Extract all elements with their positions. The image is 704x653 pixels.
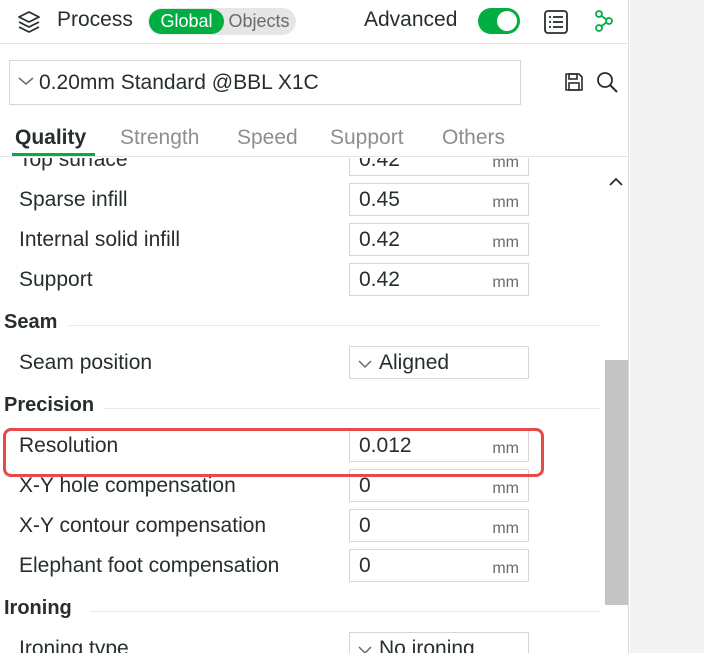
settings-tabs: Quality Strength Speed Support Others [0,120,629,157]
layers-icon [18,11,40,33]
setting-label: Ironing type [19,637,129,653]
field-unit: mm [492,480,519,497]
setting-label: X-Y hole compensation [19,474,236,497]
select-value: Aligned [379,351,450,374]
objects-segment[interactable]: Objects [224,9,294,34]
field-unit: mm [492,274,519,291]
setting-label: X-Y contour compensation [19,514,267,537]
background-area [630,0,704,653]
process-panel: Process Global Objects Advanced 0.20mm S… [0,0,629,653]
setting-label: Elephant foot compensation [19,554,280,577]
setting-row-xy-contour-compensation: X-Y contour compensation 0 mm [0,507,600,547]
setting-row-support: Support 0.42 mm [0,261,600,301]
section-title: Seam [4,311,58,333]
resolution-input[interactable]: 0.012 mm [349,429,529,462]
preset-select[interactable]: 0.20mm Standard @BBL X1C [9,60,521,105]
field-unit: mm [492,158,519,171]
preset-name: 0.20mm Standard @BBL X1C [39,71,319,94]
global-objects-switch[interactable]: Global Objects [148,8,296,35]
setting-row-top-surface: Top surface 0.42 mm [0,158,600,181]
field-value: 0.45 [359,188,400,211]
setting-row-resolution: Resolution 0.012 mm [0,427,600,467]
tab-others[interactable]: Others [442,126,505,150]
setting-label: Support [19,268,93,291]
chevron-down-icon [358,360,372,369]
field-unit: mm [492,194,519,211]
internal-solid-infill-input[interactable]: 0.42 mm [349,223,529,256]
advanced-label: Advanced [364,8,458,31]
field-value: 0.42 [359,228,400,251]
setting-row-internal-solid-infill: Internal solid infill 0.42 mm [0,221,600,261]
panel-title: Process [57,8,133,31]
tab-strength[interactable]: Strength [120,126,199,150]
sparse-infill-input[interactable]: 0.45 mm [349,183,529,216]
setting-label: Resolution [19,434,119,457]
chevron-down-icon [18,77,34,85]
tab-support[interactable]: Support [330,126,404,150]
xy-hole-compensation-input[interactable]: 0 mm [349,469,529,502]
advanced-toggle[interactable] [478,8,520,34]
field-unit: mm [492,520,519,537]
scroll-up-icon[interactable] [605,172,627,192]
setting-row-xy-hole-compensation: X-Y hole compensation 0 mm [0,467,600,507]
object-tree-icon[interactable] [592,9,616,33]
field-value: 0 [359,514,371,537]
field-unit: mm [492,560,519,577]
field-value: 0 [359,554,371,577]
field-value: 0 [359,474,371,497]
field-unit: mm [492,234,519,251]
section-title: Ironing [4,597,72,619]
setting-row-elephant-foot-compensation: Elephant foot compensation 0 mm [0,547,600,587]
scrollbar-thumb[interactable] [605,360,628,605]
field-unit: mm [492,440,519,457]
setting-row-ironing-type: Ironing type No ironing [0,630,600,653]
field-value: 0.42 [359,268,400,291]
section-divider [90,611,600,612]
active-tab-underline [12,153,95,156]
tab-quality[interactable]: Quality [15,126,86,150]
section-precision: Precision [0,392,600,422]
save-icon[interactable] [564,72,584,92]
global-segment[interactable]: Global [149,9,224,34]
top-surface-input[interactable]: 0.42 mm [349,158,529,176]
seam-position-select[interactable]: Aligned [349,346,529,379]
setting-label: Sparse infill [19,188,128,211]
section-seam: Seam [0,309,600,339]
section-divider [68,325,600,326]
setting-row-seam-position: Seam position Aligned [0,344,600,384]
toggle-knob [497,11,517,31]
panel-header: Process Global Objects Advanced [0,0,629,44]
setting-label: Seam position [19,351,153,374]
section-divider [104,408,600,409]
search-icon[interactable] [595,70,619,94]
xy-contour-compensation-input[interactable]: 0 mm [349,509,529,542]
settings-scroll-area[interactable]: Top surface 0.42 mm Sparse infill 0.45 m… [0,158,629,653]
setting-row-sparse-infill: Sparse infill 0.45 mm [0,181,600,221]
list-icon[interactable] [543,9,569,35]
field-value: 0.42 [359,158,400,171]
section-ironing: Ironing [0,595,600,625]
chevron-down-icon [358,646,372,653]
support-line-width-input[interactable]: 0.42 mm [349,263,529,296]
setting-label: Internal solid infill [19,228,181,251]
field-value: 0.012 [359,434,412,457]
select-value: No ironing [379,637,475,653]
tab-speed[interactable]: Speed [237,126,298,150]
elephant-foot-compensation-input[interactable]: 0 mm [349,549,529,582]
ironing-type-select[interactable]: No ironing [349,632,529,653]
section-title: Precision [4,394,95,416]
setting-label: Top surface [19,158,128,171]
